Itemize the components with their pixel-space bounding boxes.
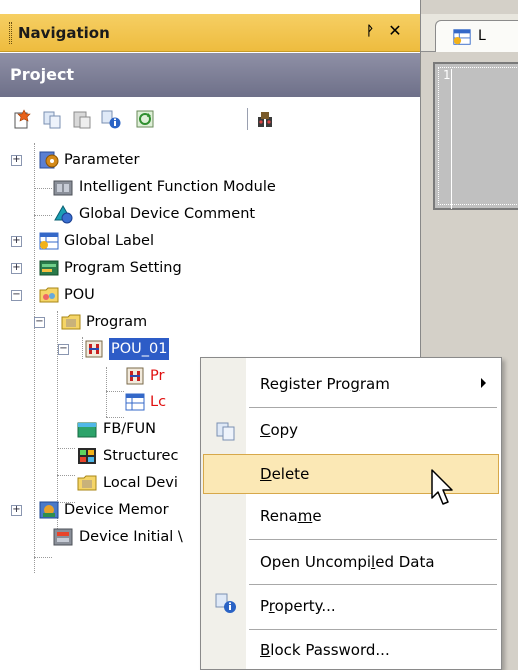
pou-folder-icon <box>39 287 59 303</box>
editor-tab[interactable]: L <box>435 20 518 52</box>
tree-item-intelligent-function-module[interactable]: Intelligent Function Module <box>0 176 330 202</box>
tree-item-parameter[interactable]: + Parameter <box>0 149 300 175</box>
tree-item-label: FB/FUN <box>103 421 156 437</box>
ladder-left-rail <box>451 69 452 209</box>
module-icon <box>53 180 73 196</box>
label-table-icon <box>125 393 145 411</box>
collapse-minus-icon[interactable]: − <box>34 317 45 328</box>
ladder-program-icon <box>126 367 144 385</box>
navigation-header: Navigation ᚹ ✕ <box>0 14 420 52</box>
editor-tab-bar: L <box>421 14 518 52</box>
copy-data-icon[interactable] <box>42 109 62 129</box>
editor-tab-label: L <box>478 28 486 44</box>
collapse-minus-icon[interactable]: − <box>58 344 69 355</box>
structured-icon <box>78 448 96 464</box>
parameter-icon <box>39 151 59 169</box>
expand-plus-icon[interactable]: + <box>11 505 22 516</box>
menu-item-label: Register Program <box>260 375 390 393</box>
label-table-icon <box>39 232 59 250</box>
tree-item-label: Pr <box>150 368 165 384</box>
panel-grip-handle[interactable] <box>9 22 12 44</box>
tree-item-program[interactable]: − Program <box>0 311 300 337</box>
menu-separator <box>249 407 497 408</box>
fb-fun-icon <box>77 422 97 438</box>
menu-item-label: Copy <box>260 421 299 439</box>
copy-icon <box>216 422 235 441</box>
submenu-arrow-icon <box>481 378 486 388</box>
property-icon <box>215 593 236 613</box>
paste-data-icon[interactable] <box>72 109 92 129</box>
context-menu: Register Program Copy Delete Rename Open… <box>200 357 502 670</box>
tree-item-label: Program Setting <box>64 260 182 276</box>
menu-separator <box>249 584 497 585</box>
program-setting-icon <box>39 260 59 276</box>
ladder-editor-canvas[interactable]: 1 <box>433 62 518 210</box>
ladder-rung-area: 1 <box>438 67 518 209</box>
tree-item-label: Device Initial \ <box>79 529 183 545</box>
menu-item-block-password[interactable]: Block Password... <box>203 630 499 670</box>
menu-item-copy[interactable]: Copy <box>203 410 499 450</box>
close-icon[interactable]: ✕ <box>387 22 403 40</box>
expand-plus-icon[interactable]: + <box>11 236 22 247</box>
menu-item-register-program[interactable]: Register Program <box>203 364 499 404</box>
menu-item-label: Block Password... <box>260 641 390 659</box>
menu-item-label: Property... <box>260 597 336 615</box>
tree-item-label: POU <box>64 287 95 303</box>
collapse-minus-icon[interactable]: − <box>11 290 22 301</box>
tree-item-label-selected: POU_01 <box>107 337 171 361</box>
refresh-icon[interactable] <box>135 109 155 129</box>
menu-item-label: Delete <box>260 465 310 483</box>
property-icon[interactable] <box>101 109 121 129</box>
tree-item-label: Local Devi <box>103 475 178 491</box>
menu-item-open-uncompiled-data[interactable]: Open Uncompiled Data <box>203 542 499 582</box>
tree-item-label: Device Memor <box>64 502 169 518</box>
tree-item-global-device-comment[interactable]: Global Device Comment <box>0 203 330 229</box>
tree-item-label: Program <box>86 314 148 330</box>
tree-item-label: Parameter <box>64 152 140 168</box>
navigation-toolbar <box>0 97 420 139</box>
device-initial-icon <box>53 528 73 546</box>
tree-connector <box>34 557 52 558</box>
project-label: Project <box>10 65 75 84</box>
tree-item-label: Structurec <box>103 448 179 464</box>
tree-item-label: Intelligent Function Module <box>79 179 276 195</box>
menu-separator <box>249 539 497 540</box>
rung-number: 1 <box>443 68 451 82</box>
project-view-bar[interactable]: Project <box>0 53 420 97</box>
tree-item-program-setting[interactable]: + Program Setting <box>0 257 300 283</box>
pin-icon[interactable]: ᚹ <box>362 23 378 41</box>
device-comment-icon <box>54 204 73 224</box>
mouse-cursor-icon <box>431 469 453 505</box>
tree-item-label: Lc <box>150 394 167 410</box>
tree-item-global-label[interactable]: + Global Label <box>0 230 300 256</box>
local-device-folder-icon <box>77 475 97 491</box>
program-folder-icon <box>61 314 81 330</box>
expand-plus-icon[interactable]: + <box>11 155 22 166</box>
tree-item-pou[interactable]: − POU <box>0 284 300 310</box>
find-icon[interactable] <box>255 109 275 129</box>
label-table-icon <box>453 29 471 45</box>
device-memory-icon <box>39 501 59 519</box>
navigation-title: Navigation <box>18 24 110 42</box>
ladder-program-icon <box>85 340 103 358</box>
menu-item-label: Open Uncompiled Data <box>260 553 435 571</box>
toolbar-separator <box>247 108 248 130</box>
menu-item-property[interactable]: Property... <box>203 586 499 626</box>
menu-item-label: Rename <box>260 507 322 525</box>
new-data-icon[interactable] <box>12 109 32 129</box>
tree-item-label: Global Label <box>64 233 154 249</box>
tree-item-label: Global Device Comment <box>79 206 256 222</box>
expand-plus-icon[interactable]: + <box>11 263 22 274</box>
